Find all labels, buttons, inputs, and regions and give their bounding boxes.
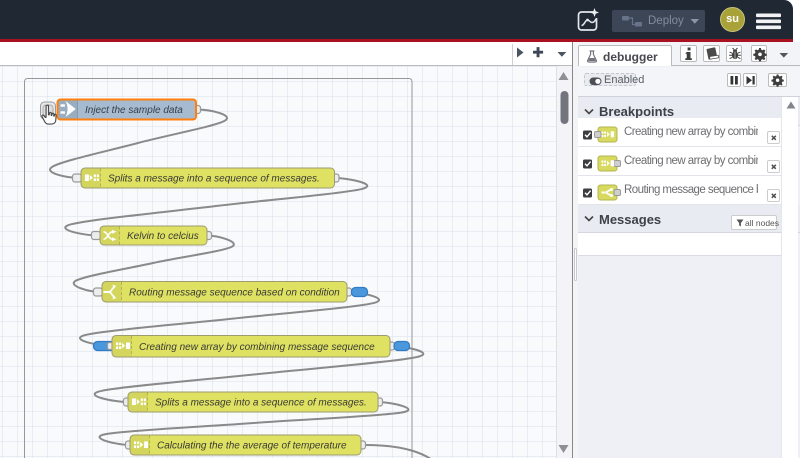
svg-text:Splits a message into a sequen: Splits a message into a sequence of mess… (108, 174, 320, 185)
svg-text:Routing message sequence based: Routing message sequence based on condit… (129, 288, 340, 299)
svg-text:Calculating the the average of: Calculating the the average of temperatu… (157, 441, 347, 452)
svg-text:Splits a message into a sequen: Splits a message into a sequence of mess… (155, 398, 367, 409)
svg-text:Creating new array by combinin: Creating new array by combining message … (139, 342, 375, 353)
svg-text:Inject the sample data: Inject the sample data (85, 105, 183, 116)
svg-text:Kelvin to celcius: Kelvin to celcius (127, 231, 199, 242)
